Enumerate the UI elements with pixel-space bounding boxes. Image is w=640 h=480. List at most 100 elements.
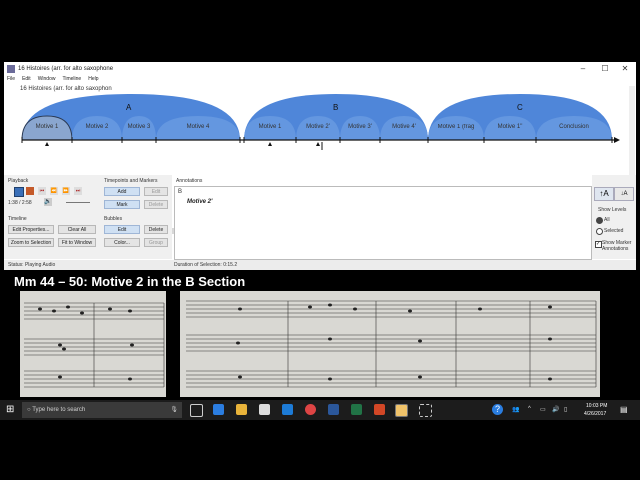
section-label-b: B: [333, 103, 339, 112]
increase-font-icon[interactable]: ↑A: [594, 187, 614, 201]
decrease-font-icon[interactable]: ↓A: [614, 187, 634, 201]
play-button[interactable]: [14, 187, 24, 197]
edit-timepoint-button[interactable]: Edit: [144, 187, 168, 196]
store-icon[interactable]: [259, 404, 270, 415]
taskbar-date[interactable]: 4/26/2017: [584, 411, 606, 417]
score-heading: Mm 44 – 50: Motive 2 in the B Section: [14, 274, 246, 289]
delete-bubble-button[interactable]: Delete: [144, 225, 168, 234]
timeline-end-arrow: [614, 137, 620, 143]
menu-help[interactable]: Help: [88, 76, 98, 82]
notifications-icon[interactable]: ▤: [620, 405, 628, 414]
volume-icon[interactable]: 🔈: [44, 198, 52, 206]
bubble-label: Motive 4: [186, 124, 210, 130]
bubble-label: Conclusion: [559, 124, 589, 130]
task-view-icon[interactable]: [190, 404, 203, 417]
show-levels-label: Show Levels: [598, 207, 627, 213]
bubble-label: Motive 1: [35, 124, 59, 130]
playback-heading: Playback: [8, 178, 29, 184]
maximize-button[interactable]: ☐: [598, 64, 612, 74]
title-bar: 16 Histoires (arr. for alto saxophone – …: [4, 62, 636, 76]
taskbar-time[interactable]: 10:03 PM: [586, 403, 607, 409]
dropbox-icon[interactable]: [282, 404, 293, 415]
levels-all-radio[interactable]: [596, 217, 603, 224]
levels-all-label: All: [604, 217, 610, 223]
taskbar-search-box[interactable]: ○ Type here to search 🎙: [22, 402, 182, 418]
fit-to-window-button[interactable]: Fit to Window: [58, 238, 96, 247]
timepoint-marker[interactable]: [316, 142, 320, 146]
stop-button[interactable]: [26, 187, 34, 195]
timepoints-heading: Timepoints and Markers: [104, 178, 158, 184]
snipping-tool-icon[interactable]: [419, 404, 432, 417]
section-label-a: A: [126, 103, 132, 112]
delete-timepoint-button[interactable]: Delete: [144, 200, 168, 209]
skip-end-icon[interactable]: ⏭: [74, 187, 82, 195]
chevron-up-icon[interactable]: ^: [528, 406, 531, 412]
menu-timeline[interactable]: Timeline: [62, 76, 81, 82]
taskbar: ⊞ ○ Type here to search 🎙 ? 👥 ^ ▭ 🔊 ▯ 10…: [0, 400, 640, 420]
menu-edit[interactable]: Edit: [22, 76, 31, 82]
annotation-text: Motive 2': [187, 199, 213, 205]
levels-selected-radio[interactable]: [596, 228, 603, 235]
controls-panel: Playback ⏮ ⏪ ⏩ ⏭ 1:38 / 2:58 🔈 Timepoint…: [4, 175, 172, 259]
battery-icon[interactable]: ▯: [564, 406, 567, 413]
bubble-label: Motive 3: [127, 124, 151, 130]
bubble-app-icon[interactable]: [395, 404, 408, 417]
section-label-c: C: [517, 103, 523, 112]
levels-selected-label: Selected: [604, 228, 624, 234]
rewind-start-icon[interactable]: ⏮: [38, 187, 46, 195]
levels-panel: ↑A ↓A Show Levels All Selected ✓ Show Ma…: [592, 175, 636, 259]
powerpoint-icon[interactable]: [374, 404, 385, 415]
annotations-panel[interactable]: B Motive 2': [174, 186, 592, 260]
score-excerpt-right: [180, 291, 600, 397]
search-icon: ○: [27, 407, 31, 413]
bubble-label: Motive 2: [85, 124, 109, 130]
search-placeholder: Type here to search: [32, 407, 86, 413]
fast-forward-icon[interactable]: ⏩: [62, 187, 70, 195]
selection-duration: Duration of Selection: 0:15.2: [174, 262, 238, 268]
color-button[interactable]: Color...: [104, 238, 140, 247]
rewind-icon[interactable]: ⏪: [50, 187, 58, 195]
help-icon[interactable]: ?: [492, 404, 503, 415]
bubble-label: Motive 4': [392, 124, 416, 130]
clear-all-button[interactable]: Clear All: [58, 225, 96, 234]
edge-icon[interactable]: [213, 404, 224, 415]
bubble-label: Motive 1 (frag: [437, 124, 475, 130]
show-marker-checkbox[interactable]: ✓: [595, 241, 602, 248]
microphone-icon[interactable]: 🎙: [170, 402, 178, 418]
menu-file[interactable]: File: [7, 76, 15, 82]
window-title: 16 Histoires (arr. for alto saxophone: [18, 66, 114, 72]
timepoint-marker[interactable]: [45, 142, 49, 146]
bubbles-heading: Bubbles: [104, 216, 123, 222]
playback-time: 1:38 / 2:58: [8, 200, 32, 206]
bubble-label: Motive 2': [306, 124, 330, 130]
bubble-label: Motive 1: [258, 124, 282, 130]
edit-properties-button[interactable]: Edit Properties...: [8, 225, 54, 234]
network-icon[interactable]: ▭: [540, 406, 546, 413]
annotation-section: B: [178, 189, 183, 195]
volume-slider[interactable]: [66, 202, 90, 203]
mark-button[interactable]: Mark: [104, 200, 140, 209]
zoom-to-selection-button[interactable]: Zoom to Selection: [8, 238, 54, 247]
group-button[interactable]: Group: [144, 238, 168, 247]
staff-lines-left: [24, 302, 165, 388]
excel-icon[interactable]: [351, 404, 362, 415]
app-icon: [7, 65, 15, 73]
timepoint-marker[interactable]: [268, 142, 272, 146]
add-timepoint-button[interactable]: Add: [104, 187, 140, 196]
chrome-icon[interactable]: [305, 404, 316, 415]
app-window: 16 Histoires (arr. for alto saxophone – …: [4, 62, 636, 270]
score-overlay: Mm 44 – 50: Motive 2 in the B Section: [0, 271, 640, 398]
word-icon[interactable]: [328, 404, 339, 415]
volume-tray-icon[interactable]: 🔊: [552, 406, 559, 413]
show-marker-label: Show Marker Annotations: [602, 240, 632, 252]
annotations-heading: Annotations: [176, 178, 203, 184]
minimize-button[interactable]: –: [576, 64, 590, 74]
people-icon[interactable]: 👥: [512, 406, 519, 413]
edit-bubble-button[interactable]: Edit: [104, 225, 140, 234]
menu-bar: File Edit Window Timeline Help: [4, 76, 636, 84]
file-explorer-icon[interactable]: [236, 404, 247, 415]
menu-window[interactable]: Window: [38, 76, 56, 82]
staff-lines-right: [186, 300, 597, 388]
close-button[interactable]: ✕: [618, 64, 632, 74]
windows-start-icon[interactable]: ⊞: [6, 405, 16, 415]
